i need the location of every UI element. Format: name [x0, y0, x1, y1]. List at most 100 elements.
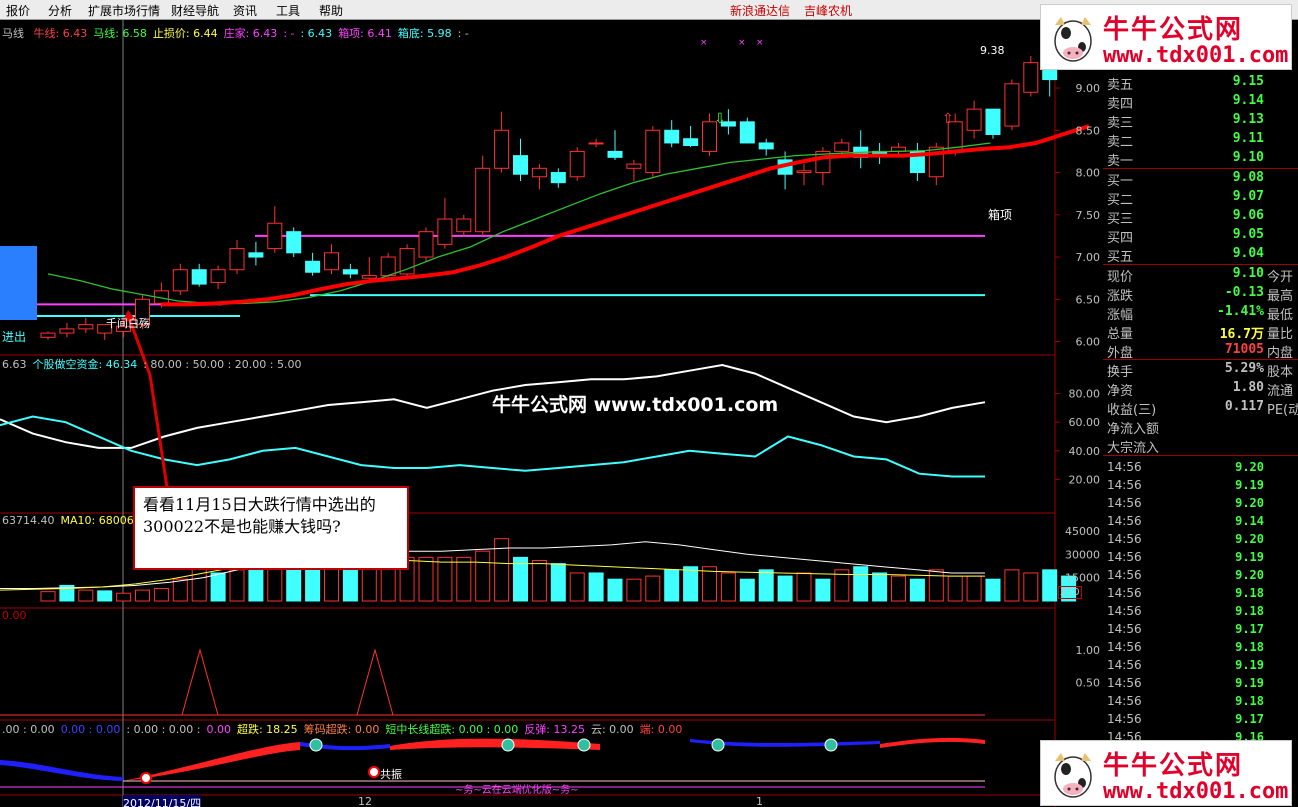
bottom-formula-label: ~务~云在云端优化版~务~	[455, 785, 579, 796]
stat-row-extra: 最低	[1267, 308, 1294, 323]
axis-tick-label: 7.00	[1076, 251, 1101, 264]
brand-logo-bottom: 牛牛公式网 www.tdx001.com	[1040, 740, 1292, 806]
bid-row[interactable]: 买三 9.06	[1103, 207, 1298, 227]
ask-row[interactable]: 卖一 9.10	[1103, 149, 1298, 169]
ask-row-label: 卖二	[1107, 135, 1134, 150]
volume-bar	[456, 556, 472, 602]
candle-body	[267, 222, 283, 250]
menu-item-quote[interactable]: 报价	[6, 2, 30, 19]
bid-row[interactable]: 买五 9.04	[1103, 245, 1298, 265]
link-sina-tdx[interactable]: 新浪通达信	[730, 2, 790, 19]
main_header.items-item: 马线: 6.58	[93, 27, 147, 40]
callout-annotation: 看看11月15日大跌行情中选出的300022不是也能赚大钱吗?	[133, 486, 409, 570]
main_header.items-item: 庄家: 6.43	[223, 27, 278, 40]
tick-row: 14:56 9.17	[1103, 712, 1298, 730]
axis-tick-label: 8.00	[1076, 167, 1101, 180]
stat-row[interactable]: 现价 9.10 今开	[1103, 265, 1298, 285]
volume-bar	[1042, 569, 1058, 602]
bid-row[interactable]: 买一 9.08	[1103, 169, 1298, 189]
ask-row[interactable]: 卖三 9.13	[1103, 111, 1298, 131]
ind4-red-wave	[880, 737, 985, 748]
stat-row[interactable]: 涨跌 -0.13 最高	[1103, 284, 1298, 304]
tick-row: 14:56 9.19	[1103, 550, 1298, 568]
cow-icon	[1054, 17, 1092, 62]
buy-in-label: 进出	[2, 330, 27, 344]
axis-tick-label: 60.00	[1069, 416, 1101, 429]
menu-item-help[interactable]: 帮助	[319, 2, 343, 19]
candle-body	[229, 248, 245, 271]
ind4-blue-wave	[0, 760, 123, 781]
stat-row[interactable]: 净流入额	[1103, 417, 1298, 437]
volume-bar	[739, 578, 755, 602]
volume-bar	[645, 575, 661, 602]
tick-price: 9.19	[1235, 478, 1264, 492]
stat-row-value: 5.29%	[1224, 361, 1264, 376]
panel-divider	[1103, 455, 1298, 456]
ind3-spike	[181, 648, 219, 716]
candle-body	[305, 260, 321, 273]
bid-row[interactable]: 买四 9.05	[1103, 226, 1298, 246]
candle-body	[966, 108, 982, 131]
main_header.items-item: 箱底: 5.98	[397, 27, 452, 40]
candle-body	[40, 332, 56, 338]
volume-bar	[475, 550, 491, 602]
menu-item-news[interactable]: 资讯	[233, 2, 257, 19]
date-label-jan: 1	[756, 795, 763, 807]
vol-unit: X10	[1058, 586, 1082, 599]
axis-tick-label: 15000	[1065, 572, 1100, 585]
tick-time: 14:56	[1107, 694, 1142, 708]
menu-item-analysis[interactable]: 分析	[48, 2, 72, 19]
panel-divider	[1103, 264, 1298, 265]
logo-url: www.tdx001.com	[1103, 779, 1289, 804]
ask-row[interactable]: 卖四 9.14	[1103, 92, 1298, 112]
axis-tick-label: 9.00	[1076, 82, 1101, 95]
menu-item-finance-nav[interactable]: 财经导航	[171, 2, 219, 19]
bid-row-value: 9.07	[1232, 189, 1264, 204]
main-header: 马线 牛线: 6.43 马线: 6.58 止损价: 6.44 庄家: 6.43: -:…	[2, 25, 481, 41]
stat-row[interactable]: 大宗流入	[1103, 436, 1298, 456]
candle-body	[191, 269, 207, 285]
volume-bar	[626, 578, 642, 602]
cross-label: 千间白殇	[106, 317, 150, 330]
ask-row[interactable]: 卖二 9.11	[1103, 130, 1298, 150]
candle-body	[569, 150, 585, 178]
axis-tick-label: 0.50	[1076, 677, 1101, 690]
main-header-name: 马线	[2, 27, 24, 40]
volume-bar	[947, 575, 963, 602]
menu-item-extended-market[interactable]: 扩展市场行情	[88, 2, 160, 19]
candle-body	[531, 167, 547, 178]
stat-row[interactable]: 换手 5.29% 股本	[1103, 360, 1298, 380]
bid-row[interactable]: 买二 9.07	[1103, 188, 1298, 208]
ind1.header-item: 个股做空资金: 46.34	[32, 358, 138, 371]
stat-row-extra: 股本	[1267, 365, 1294, 380]
bid-row-value: 9.04	[1232, 246, 1264, 261]
menu-item-tools[interactable]: 工具	[276, 2, 300, 19]
axis-tick-label: 1.00	[1076, 644, 1101, 657]
axis-tick-label: 30000	[1065, 548, 1100, 561]
ind4.header-item: 端: 0.00	[639, 723, 683, 736]
signal-badge-icon	[577, 738, 591, 752]
tick-price: 9.20	[1235, 568, 1264, 582]
ask-row[interactable]: 卖五 9.15	[1103, 73, 1298, 93]
tick-price: 9.17	[1235, 622, 1264, 636]
ind4.header-item: .00 : 0.00	[2, 723, 55, 736]
volume-bar	[116, 592, 132, 602]
tick-price: 9.18	[1235, 694, 1264, 708]
link-stock-jifeng[interactable]: 吉峰农机	[804, 2, 852, 19]
stat-row[interactable]: 净资 1.80 流通	[1103, 379, 1298, 399]
signal-mark-icon: ×	[756, 38, 764, 48]
stat-row[interactable]: 总量 16.7万 量比	[1103, 322, 1298, 342]
stat-row[interactable]: 外盘 71005 内盘	[1103, 341, 1298, 361]
candle-body	[418, 231, 434, 258]
candle-body	[494, 129, 510, 169]
candle-body	[78, 324, 94, 330]
ind4.header-item: 云: 0.00	[590, 723, 634, 736]
candle-body	[380, 256, 396, 277]
stat-row[interactable]: 涨幅 -1.41% 最低	[1103, 303, 1298, 323]
tick-time: 14:56	[1107, 604, 1142, 618]
buy-arrow-icon: ⇧	[942, 111, 954, 127]
stat-row[interactable]: 收益(三) 0.117 PE(动	[1103, 398, 1298, 418]
ind4.header-item: 超跌: 18.25	[236, 723, 298, 736]
stat-row-value: 9.10	[1232, 266, 1264, 281]
main_header.items-item: : -	[283, 27, 295, 40]
